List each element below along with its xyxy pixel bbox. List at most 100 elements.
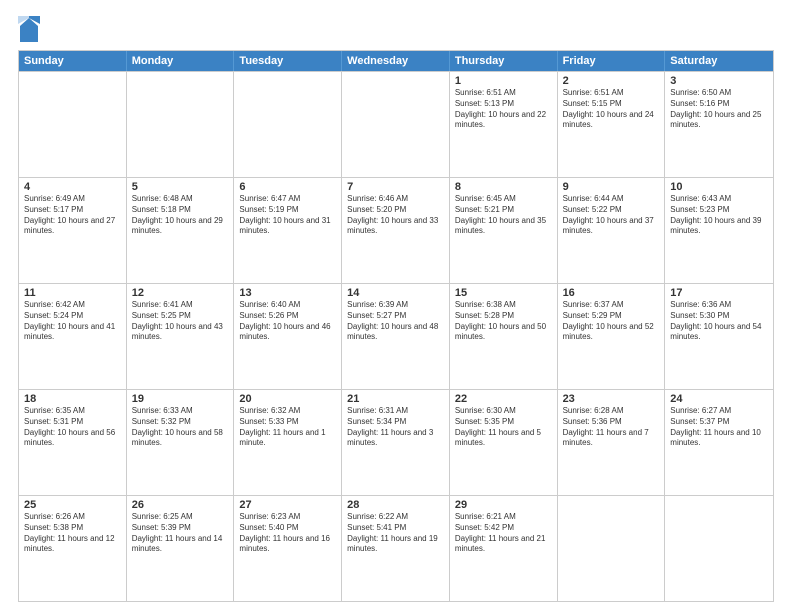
calendar-cell: 19Sunrise: 6:33 AM Sunset: 5:32 PM Dayli… <box>127 390 235 495</box>
day-number: 17 <box>670 287 768 299</box>
day-info: Sunrise: 6:48 AM Sunset: 5:18 PM Dayligh… <box>132 194 229 237</box>
day-number: 23 <box>563 393 660 405</box>
calendar-cell: 14Sunrise: 6:39 AM Sunset: 5:27 PM Dayli… <box>342 284 450 389</box>
calendar-cell: 26Sunrise: 6:25 AM Sunset: 5:39 PM Dayli… <box>127 496 235 601</box>
logo <box>18 16 44 44</box>
day-number: 13 <box>239 287 336 299</box>
page: SundayMondayTuesdayWednesdayThursdayFrid… <box>0 0 792 612</box>
day-info: Sunrise: 6:27 AM Sunset: 5:37 PM Dayligh… <box>670 406 768 449</box>
day-info: Sunrise: 6:51 AM Sunset: 5:15 PM Dayligh… <box>563 88 660 131</box>
calendar-cell: 24Sunrise: 6:27 AM Sunset: 5:37 PM Dayli… <box>665 390 773 495</box>
day-info: Sunrise: 6:39 AM Sunset: 5:27 PM Dayligh… <box>347 300 444 343</box>
day-number: 28 <box>347 499 444 511</box>
calendar-cell: 2Sunrise: 6:51 AM Sunset: 5:15 PM Daylig… <box>558 72 666 177</box>
day-number: 11 <box>24 287 121 299</box>
calendar-cell: 3Sunrise: 6:50 AM Sunset: 5:16 PM Daylig… <box>665 72 773 177</box>
day-info: Sunrise: 6:26 AM Sunset: 5:38 PM Dayligh… <box>24 512 121 555</box>
calendar-body: 1Sunrise: 6:51 AM Sunset: 5:13 PM Daylig… <box>19 71 773 601</box>
calendar-cell: 21Sunrise: 6:31 AM Sunset: 5:34 PM Dayli… <box>342 390 450 495</box>
calendar-cell: 28Sunrise: 6:22 AM Sunset: 5:41 PM Dayli… <box>342 496 450 601</box>
calendar-cell: 23Sunrise: 6:28 AM Sunset: 5:36 PM Dayli… <box>558 390 666 495</box>
calendar-cell <box>19 72 127 177</box>
calendar-cell: 25Sunrise: 6:26 AM Sunset: 5:38 PM Dayli… <box>19 496 127 601</box>
day-number: 8 <box>455 181 552 193</box>
day-number: 6 <box>239 181 336 193</box>
day-info: Sunrise: 6:30 AM Sunset: 5:35 PM Dayligh… <box>455 406 552 449</box>
calendar-cell: 13Sunrise: 6:40 AM Sunset: 5:26 PM Dayli… <box>234 284 342 389</box>
calendar-cell <box>665 496 773 601</box>
day-info: Sunrise: 6:31 AM Sunset: 5:34 PM Dayligh… <box>347 406 444 449</box>
day-number: 10 <box>670 181 768 193</box>
calendar-row: 4Sunrise: 6:49 AM Sunset: 5:17 PM Daylig… <box>19 177 773 283</box>
day-info: Sunrise: 6:51 AM Sunset: 5:13 PM Dayligh… <box>455 88 552 131</box>
day-info: Sunrise: 6:50 AM Sunset: 5:16 PM Dayligh… <box>670 88 768 131</box>
calendar-cell <box>234 72 342 177</box>
header <box>18 16 774 44</box>
day-info: Sunrise: 6:38 AM Sunset: 5:28 PM Dayligh… <box>455 300 552 343</box>
day-info: Sunrise: 6:21 AM Sunset: 5:42 PM Dayligh… <box>455 512 552 555</box>
day-number: 7 <box>347 181 444 193</box>
day-info: Sunrise: 6:28 AM Sunset: 5:36 PM Dayligh… <box>563 406 660 449</box>
calendar-cell: 17Sunrise: 6:36 AM Sunset: 5:30 PM Dayli… <box>665 284 773 389</box>
calendar-cell: 20Sunrise: 6:32 AM Sunset: 5:33 PM Dayli… <box>234 390 342 495</box>
calendar-cell <box>127 72 235 177</box>
calendar-cell: 11Sunrise: 6:42 AM Sunset: 5:24 PM Dayli… <box>19 284 127 389</box>
day-info: Sunrise: 6:22 AM Sunset: 5:41 PM Dayligh… <box>347 512 444 555</box>
logo-icon <box>18 16 40 44</box>
day-info: Sunrise: 6:36 AM Sunset: 5:30 PM Dayligh… <box>670 300 768 343</box>
calendar-cell: 8Sunrise: 6:45 AM Sunset: 5:21 PM Daylig… <box>450 178 558 283</box>
day-info: Sunrise: 6:45 AM Sunset: 5:21 PM Dayligh… <box>455 194 552 237</box>
day-info: Sunrise: 6:41 AM Sunset: 5:25 PM Dayligh… <box>132 300 229 343</box>
calendar-cell: 4Sunrise: 6:49 AM Sunset: 5:17 PM Daylig… <box>19 178 127 283</box>
header-cell-tuesday: Tuesday <box>234 51 342 71</box>
day-number: 16 <box>563 287 660 299</box>
day-info: Sunrise: 6:32 AM Sunset: 5:33 PM Dayligh… <box>239 406 336 449</box>
calendar-cell <box>342 72 450 177</box>
day-info: Sunrise: 6:25 AM Sunset: 5:39 PM Dayligh… <box>132 512 229 555</box>
day-info: Sunrise: 6:23 AM Sunset: 5:40 PM Dayligh… <box>239 512 336 555</box>
header-cell-saturday: Saturday <box>665 51 773 71</box>
day-number: 12 <box>132 287 229 299</box>
header-cell-friday: Friday <box>558 51 666 71</box>
day-number: 9 <box>563 181 660 193</box>
calendar-row: 11Sunrise: 6:42 AM Sunset: 5:24 PM Dayli… <box>19 283 773 389</box>
header-cell-monday: Monday <box>127 51 235 71</box>
day-info: Sunrise: 6:33 AM Sunset: 5:32 PM Dayligh… <box>132 406 229 449</box>
header-cell-wednesday: Wednesday <box>342 51 450 71</box>
calendar-cell <box>558 496 666 601</box>
calendar-row: 18Sunrise: 6:35 AM Sunset: 5:31 PM Dayli… <box>19 389 773 495</box>
day-number: 21 <box>347 393 444 405</box>
day-number: 22 <box>455 393 552 405</box>
calendar-cell: 6Sunrise: 6:47 AM Sunset: 5:19 PM Daylig… <box>234 178 342 283</box>
day-number: 2 <box>563 75 660 87</box>
calendar-cell: 5Sunrise: 6:48 AM Sunset: 5:18 PM Daylig… <box>127 178 235 283</box>
day-info: Sunrise: 6:43 AM Sunset: 5:23 PM Dayligh… <box>670 194 768 237</box>
calendar-cell: 27Sunrise: 6:23 AM Sunset: 5:40 PM Dayli… <box>234 496 342 601</box>
day-number: 27 <box>239 499 336 511</box>
day-number: 24 <box>670 393 768 405</box>
day-number: 19 <box>132 393 229 405</box>
day-info: Sunrise: 6:44 AM Sunset: 5:22 PM Dayligh… <box>563 194 660 237</box>
calendar-cell: 1Sunrise: 6:51 AM Sunset: 5:13 PM Daylig… <box>450 72 558 177</box>
calendar-cell: 15Sunrise: 6:38 AM Sunset: 5:28 PM Dayli… <box>450 284 558 389</box>
day-info: Sunrise: 6:40 AM Sunset: 5:26 PM Dayligh… <box>239 300 336 343</box>
calendar-cell: 10Sunrise: 6:43 AM Sunset: 5:23 PM Dayli… <box>665 178 773 283</box>
header-cell-thursday: Thursday <box>450 51 558 71</box>
day-number: 4 <box>24 181 121 193</box>
calendar-cell: 12Sunrise: 6:41 AM Sunset: 5:25 PM Dayli… <box>127 284 235 389</box>
day-number: 14 <box>347 287 444 299</box>
calendar-cell: 29Sunrise: 6:21 AM Sunset: 5:42 PM Dayli… <box>450 496 558 601</box>
calendar-row: 1Sunrise: 6:51 AM Sunset: 5:13 PM Daylig… <box>19 71 773 177</box>
day-number: 20 <box>239 393 336 405</box>
calendar-cell: 7Sunrise: 6:46 AM Sunset: 5:20 PM Daylig… <box>342 178 450 283</box>
calendar-cell: 16Sunrise: 6:37 AM Sunset: 5:29 PM Dayli… <box>558 284 666 389</box>
day-info: Sunrise: 6:37 AM Sunset: 5:29 PM Dayligh… <box>563 300 660 343</box>
day-number: 26 <box>132 499 229 511</box>
day-info: Sunrise: 6:42 AM Sunset: 5:24 PM Dayligh… <box>24 300 121 343</box>
day-info: Sunrise: 6:49 AM Sunset: 5:17 PM Dayligh… <box>24 194 121 237</box>
header-cell-sunday: Sunday <box>19 51 127 71</box>
day-number: 29 <box>455 499 552 511</box>
day-number: 1 <box>455 75 552 87</box>
day-number: 18 <box>24 393 121 405</box>
calendar-cell: 9Sunrise: 6:44 AM Sunset: 5:22 PM Daylig… <box>558 178 666 283</box>
